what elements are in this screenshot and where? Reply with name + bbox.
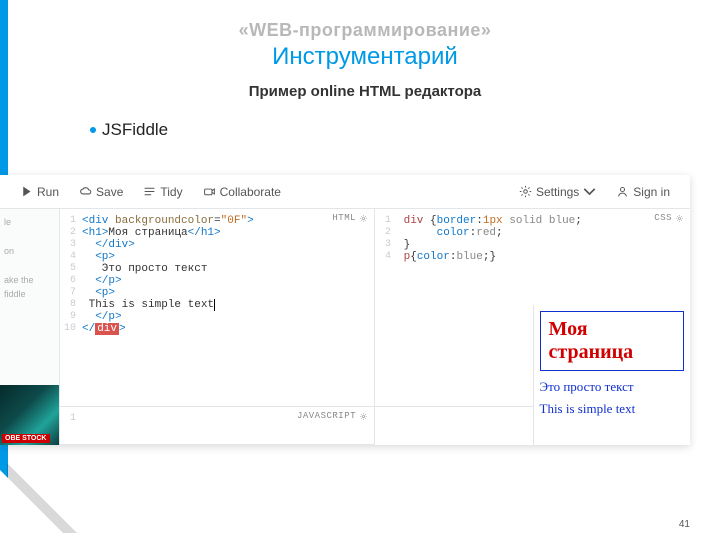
signin-button[interactable]: Sign in xyxy=(606,181,680,203)
css-pane-label: CSS xyxy=(654,213,684,223)
gear-icon[interactable] xyxy=(675,214,684,223)
collaborate-button[interactable]: Collaborate xyxy=(193,181,291,203)
preview-p1: Это просто текст xyxy=(540,379,685,395)
tidy-button[interactable]: Tidy xyxy=(133,181,192,203)
css-code-body[interactable]: 1 div {border:1px solid blue;2 color:red… xyxy=(375,209,690,267)
cloud-icon xyxy=(79,185,92,198)
toolbar: Run Save Tidy Collaborate Settings Sign … xyxy=(0,175,690,209)
html-pane[interactable]: HTML 1<div backgroundcolor="0F">2<h1>Моя… xyxy=(60,209,375,407)
editor-panes: HTML 1<div backgroundcolor="0F">2<h1>Моя… xyxy=(60,209,690,445)
bullet-jsfiddle: JSFiddle xyxy=(90,120,680,140)
bullet-label: JSFiddle xyxy=(102,120,168,140)
slide-subtitle: Пример online HTML редактора xyxy=(50,83,680,100)
workspace: le on ake the fiddle OBE STOCK HTML 1<di… xyxy=(0,209,690,445)
js-pane[interactable]: JAVASCRIPT 1 xyxy=(60,407,375,445)
jsfiddle-window: Run Save Tidy Collaborate Settings Sign … xyxy=(0,175,690,445)
tidy-label: Tidy xyxy=(160,185,182,199)
result-pane: Моя страница Это просто текст This is si… xyxy=(533,305,691,445)
slide-title: Инструментарий xyxy=(50,43,680,71)
collaborate-label: Collaborate xyxy=(220,185,281,199)
settings-button[interactable]: Settings xyxy=(509,181,606,203)
preview-div: Моя страница xyxy=(540,311,685,371)
settings-label: Settings xyxy=(536,185,579,199)
sidebar-partial-text: le on ake the fiddle xyxy=(0,209,59,307)
bullet-dot xyxy=(90,127,96,133)
user-icon xyxy=(616,185,629,198)
gear-icon xyxy=(519,185,532,198)
html-pane-label: HTML xyxy=(332,213,368,223)
preview-p2: This is simple text xyxy=(540,401,685,417)
left-sidebar: le on ake the fiddle OBE STOCK xyxy=(0,209,60,445)
tidy-icon xyxy=(143,185,156,198)
gear-icon[interactable] xyxy=(359,214,368,223)
folded-corner xyxy=(0,470,70,540)
save-label: Save xyxy=(96,185,123,199)
save-button[interactable]: Save xyxy=(69,181,133,203)
preview-h1: Моя страница xyxy=(549,318,676,364)
gear-icon[interactable] xyxy=(359,412,368,421)
run-label: Run xyxy=(37,185,59,199)
signin-label: Sign in xyxy=(633,185,670,199)
eyebrow-text: «WEB-программирование» xyxy=(50,20,680,41)
page-number: 41 xyxy=(679,519,690,530)
chevron-down-icon xyxy=(583,185,596,198)
stock-label: OBE STOCK xyxy=(2,434,50,443)
run-button[interactable]: Run xyxy=(10,181,69,203)
play-icon xyxy=(20,185,33,198)
sidebar-ad-image: OBE STOCK xyxy=(0,385,59,445)
html-code-body[interactable]: 1<div backgroundcolor="0F">2<h1>Моя стра… xyxy=(60,209,374,339)
collab-icon xyxy=(203,185,216,198)
js-pane-label: JAVASCRIPT xyxy=(297,411,368,421)
